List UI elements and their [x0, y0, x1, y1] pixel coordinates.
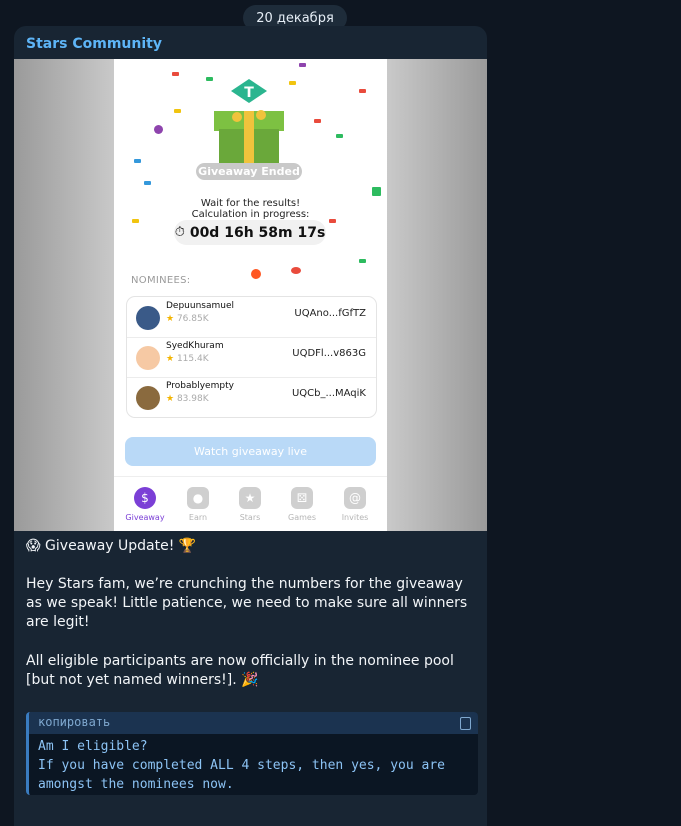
list-item: SyedKhuram ★ 115.4K UQDFl...v863G [127, 337, 376, 378]
nominees-list: Depuunsamuel ★ 76.85K UQAno...fGfTZ Syed… [126, 296, 377, 418]
star-icon: ★ [166, 394, 175, 404]
tab-giveaway: $ Giveaway [120, 487, 170, 522]
dice-icon: ⚄ [291, 487, 313, 509]
nominee-stars: ★ 115.4K [166, 354, 209, 364]
confetti [359, 89, 366, 93]
nominee-address: UQDFl...v863G [292, 348, 366, 359]
star-icon: ★ [239, 487, 261, 509]
tab-games: ⚄ Games [277, 487, 327, 522]
code-block: копировать Am I eligible? If you have co… [26, 712, 478, 795]
copy-label[interactable]: копировать [38, 715, 110, 729]
avatar [136, 306, 160, 330]
code-block-header[interactable]: копировать [29, 712, 478, 734]
stopwatch-icon: ⏱ [174, 225, 185, 240]
confetti [172, 72, 179, 76]
wait-text: Wait for the results! [200, 198, 301, 209]
confetti [359, 259, 366, 263]
photo-blur-left [14, 59, 114, 531]
message-paragraph: Hey Stars fam, we’re crunching the numbe… [26, 576, 468, 630]
confetti [372, 187, 381, 196]
nominee-stars: ★ 76.85K [166, 314, 209, 324]
tab-stars: ★ Stars [225, 487, 275, 522]
confetti [154, 125, 163, 134]
app-screenshot: T Giveaway Ended Wait for the results! C… [114, 59, 387, 531]
nominees-label: NOMINEES: [131, 275, 191, 286]
message-heading: 😱 Giveaway Update! 🏆 [26, 538, 197, 554]
gift-box-icon: T [214, 79, 284, 165]
tab-earn: ● Earn [173, 487, 223, 522]
calculation-text: Calculation in progress: [191, 209, 310, 220]
star-icon: ★ [166, 314, 175, 324]
nominee-address: UQAno...fGfTZ [294, 308, 366, 319]
nominee-name: Probablyempty [166, 381, 234, 391]
star-icon: ★ [166, 354, 175, 364]
confetti [291, 267, 301, 274]
avatar [136, 346, 160, 370]
confetti [174, 109, 181, 113]
message-paragraph: All eligible participants are now offici… [26, 653, 454, 688]
watch-giveaway-button: Watch giveaway live [125, 437, 376, 466]
countdown-timer: ⏱ 00d 16h 58m 17s [174, 220, 326, 245]
avatar [136, 386, 160, 410]
nominee-stars: ★ 83.98K [166, 394, 209, 404]
bag-icon: ● [187, 487, 209, 509]
confetti [314, 119, 321, 123]
nominee-name: SyedKhuram [166, 341, 224, 351]
confetti [336, 134, 343, 138]
svg-text:T: T [244, 85, 254, 101]
timer-value: 00d 16h 58m 17s [189, 224, 326, 241]
message-bubble[interactable]: Stars Community T Giveaway Ended Wait fo… [14, 26, 487, 826]
tab-invites: @ Invites [330, 487, 380, 522]
code-text: Am I eligible? If you have completed ALL… [38, 739, 445, 792]
copy-icon[interactable] [460, 717, 471, 730]
confetti [144, 181, 151, 185]
confetti [299, 63, 306, 67]
nominee-address: UQCb_...MAqiK [291, 388, 366, 399]
dollar-icon: $ [134, 487, 156, 509]
message-photo[interactable]: T Giveaway Ended Wait for the results! C… [14, 59, 487, 531]
photo-blur-right [387, 59, 487, 531]
list-item: Probablyempty ★ 83.98K UQCb_...MAqiK [127, 377, 376, 417]
at-icon: @ [344, 487, 366, 509]
sender-name[interactable]: Stars Community [26, 36, 162, 52]
nominee-name: Depuunsamuel [166, 301, 235, 311]
list-item: Depuunsamuel ★ 76.85K UQAno...fGfTZ [127, 297, 376, 338]
giveaway-status-badge: Giveaway Ended [196, 163, 302, 180]
confetti [251, 269, 261, 279]
confetti [134, 159, 141, 163]
bottom-tab-bar: $ Giveaway ● Earn ★ Stars ⚄ Games @ Invi… [114, 476, 387, 531]
